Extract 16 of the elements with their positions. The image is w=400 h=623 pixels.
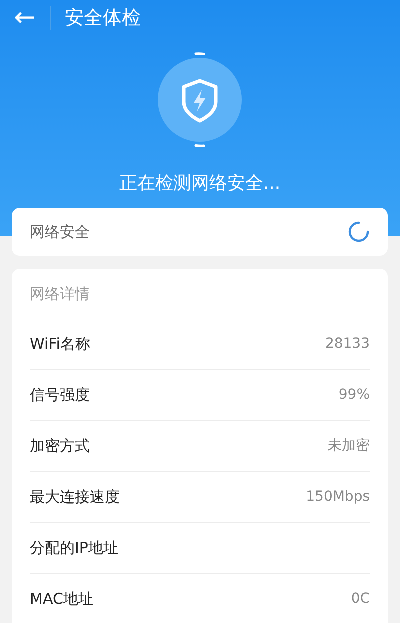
detail-label: 分配的IP地址 xyxy=(30,538,118,559)
check-label: 网络安全 xyxy=(30,222,90,243)
detail-label: 加密方式 xyxy=(30,436,90,457)
detail-label: WiFi名称 xyxy=(30,334,90,355)
page-title: 安全体检 xyxy=(65,6,141,31)
detail-value: 99% xyxy=(338,386,370,404)
detail-value: 未加密 xyxy=(328,436,370,456)
back-button[interactable]: ← xyxy=(0,5,50,31)
detail-value: 0C xyxy=(351,590,370,609)
detail-value: 150Mbps xyxy=(306,488,370,506)
scan-status: 正在检测网络安全... xyxy=(118,172,282,196)
detail-label: MAC地址 xyxy=(30,589,94,610)
detail-label: 最大连接速度 xyxy=(30,486,120,508)
details-heading: 网络详情 xyxy=(30,284,91,305)
detail-label: 信号强度 xyxy=(30,384,90,406)
detail-value: 28133 xyxy=(325,334,370,354)
